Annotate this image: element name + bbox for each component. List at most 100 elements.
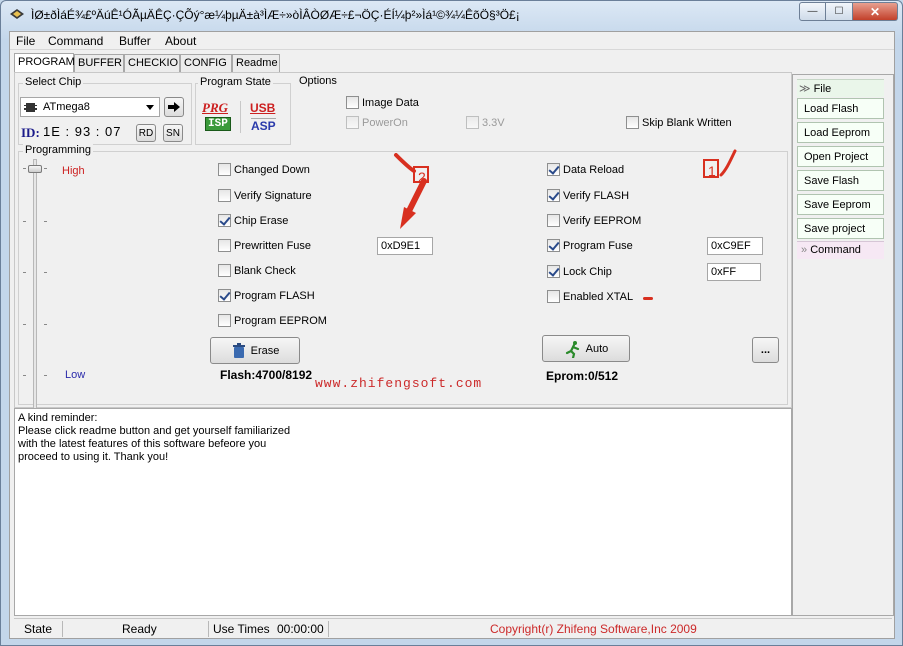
minimize-button[interactable]: — [799,2,826,21]
poweron-checkbox[interactable]: PowerOn [346,116,408,129]
slider-tick [44,375,47,376]
runner-icon [565,340,579,358]
lock-chip-label: Lock Chip [563,265,612,278]
enabled-xtal-checkbox[interactable]: Enabled XTAL [547,290,633,303]
annotation-arrow-icon [394,153,429,229]
chevron-down-icon [146,105,154,110]
chip-go-button[interactable] [164,97,184,117]
client-area: File Command Buffer About PROGRAM BUFFER… [9,31,895,639]
auto-label: Auto [585,342,609,355]
load-eeprom-button[interactable]: Load Eeprom [797,122,884,143]
slider-tick [44,272,47,273]
verify-eeprom-checkbox[interactable]: Verify EEPROM [547,214,641,227]
reminder-textbox[interactable]: A kind reminder: Please click readme but… [14,408,792,616]
checkbox-box [218,189,231,202]
use-times-value: 00:00:00 [277,622,324,636]
skip-blank-checkbox[interactable]: Skip Blank Written [626,116,732,129]
more-button[interactable]: ... [752,337,779,363]
program-fuse-input[interactable]: 0xC9EF [707,237,763,255]
open-project-button[interactable]: Open Project [797,146,884,167]
chevron-up-icon: ≫ [799,83,814,95]
prewritten-fuse-input[interactable]: 0xD9E1 [377,237,433,255]
save-eeprom-button[interactable]: Save Eeprom [797,194,884,215]
programming-label: Programming [23,144,94,156]
program-flash-checkbox[interactable]: Program FLASH [218,289,315,302]
3v3-checkbox[interactable]: 3.3V [466,116,505,129]
reminder-line: proceed to using it. Thank you! [18,451,169,463]
level-slider-track[interactable] [33,159,37,409]
lock-chip-input[interactable]: 0xFF [707,263,761,281]
verify-flash-checkbox[interactable]: Verify FLASH [547,189,629,202]
load-flash-button[interactable]: Load Flash [797,98,884,119]
maximize-button[interactable]: ☐ [826,2,853,21]
menu-file[interactable]: File [16,34,35,48]
checkbox-box [626,116,639,129]
status-separator [208,621,209,637]
data-reload-checkbox[interactable]: Data Reload [547,163,624,176]
slider-tick [44,221,47,222]
image-data-checkbox[interactable]: Image Data [346,96,419,109]
menu-buffer[interactable]: Buffer [119,34,151,48]
chip-erase-label: Chip Erase [234,214,289,227]
save-flash-button[interactable]: Save Flash [797,170,884,191]
verify-signature-checkbox[interactable]: Verify Signature [218,189,312,202]
lock-chip-checkbox[interactable]: Lock Chip [547,265,612,278]
checkbox-box [218,314,231,327]
checkbox-box [547,189,560,202]
slider-tick [23,168,26,169]
tab-config[interactable]: CONFIG [180,54,232,72]
title-bar[interactable]: ÌØ±ðÌáÉ¾£ºÄúÊ¹ÓÃµÄÊÇ·ÇÕý°æ¼þµÄ±à³ÌÆ÷»òÌÂ… [1,1,902,31]
id-value: 1E : 93 : 07 [43,124,122,139]
tab-checkio[interactable]: CHECKIO [124,54,180,72]
changed-down-checkbox[interactable]: Changed Down [218,163,310,176]
slider-tick [23,375,26,376]
eprom-usage: Eprom:0/512 [546,369,619,383]
program-eeprom-checkbox[interactable]: Program EEPROM [218,314,327,327]
tab-buffer[interactable]: BUFFER [74,54,124,72]
menu-about[interactable]: About [165,34,196,48]
erase-button[interactable]: Erase [210,337,300,364]
chip-app-icon [10,9,24,19]
blank-check-checkbox[interactable]: Blank Check [218,264,296,277]
menu-command[interactable]: Command [48,34,103,48]
chip-erase-checkbox[interactable]: Chip Erase [218,214,288,227]
slider-tick [23,324,26,325]
enabled-xtal-label: Enabled XTAL [563,290,634,303]
save-project-button[interactable]: Save project [797,218,884,239]
command-section-header[interactable]: » Command [797,241,884,259]
program-fuse-checkbox[interactable]: Program Fuse [547,239,633,252]
options-label: Options [297,75,339,87]
checkbox-box [346,116,359,129]
file-section-header[interactable]: ≫ File [797,79,884,97]
slider-tick [23,221,26,222]
checkbox-box [547,290,560,303]
program-flash-label: Program FLASH [234,289,315,302]
annotation-number-1: 1 [708,163,716,179]
rd-button[interactable]: RD [136,124,156,142]
prg-indicator: PRG [202,100,228,115]
chevron-right-icon: » [801,244,811,256]
tab-readme[interactable]: Readme [232,54,280,72]
tab-program[interactable]: PROGRAM [14,53,75,72]
chip-select[interactable]: ATmega8 [20,97,160,117]
app-window: ÌØ±ðÌáÉ¾£ºÄúÊ¹ÓÃµÄÊÇ·ÇÕý°æ¼þµÄ±à³ÌÆ÷»òÌÂ… [0,0,903,646]
level-slider-thumb[interactable] [28,165,42,173]
close-button[interactable]: ✕ [853,2,898,21]
auto-button[interactable]: Auto [542,335,630,362]
status-separator [62,621,63,637]
checkbox-box [547,265,560,278]
low-label: Low [65,369,86,381]
checkbox-box [346,96,359,109]
prewritten-fuse-checkbox[interactable]: Prewritten Fuse [218,239,311,252]
checkbox-box [218,214,231,227]
file-header-label: File [813,83,832,95]
checkbox-box [547,239,560,252]
skip-blank-label: Skip Blank Written [642,116,732,129]
select-chip-label: Select Chip [23,76,84,88]
sn-button[interactable]: SN [163,124,183,142]
arrow-right-icon [168,102,180,112]
flash-usage: Flash:4700/8192 [220,368,313,382]
annotation-dash [643,297,653,300]
checkbox-box [218,289,231,302]
use-times-label: Use Times [213,622,270,636]
